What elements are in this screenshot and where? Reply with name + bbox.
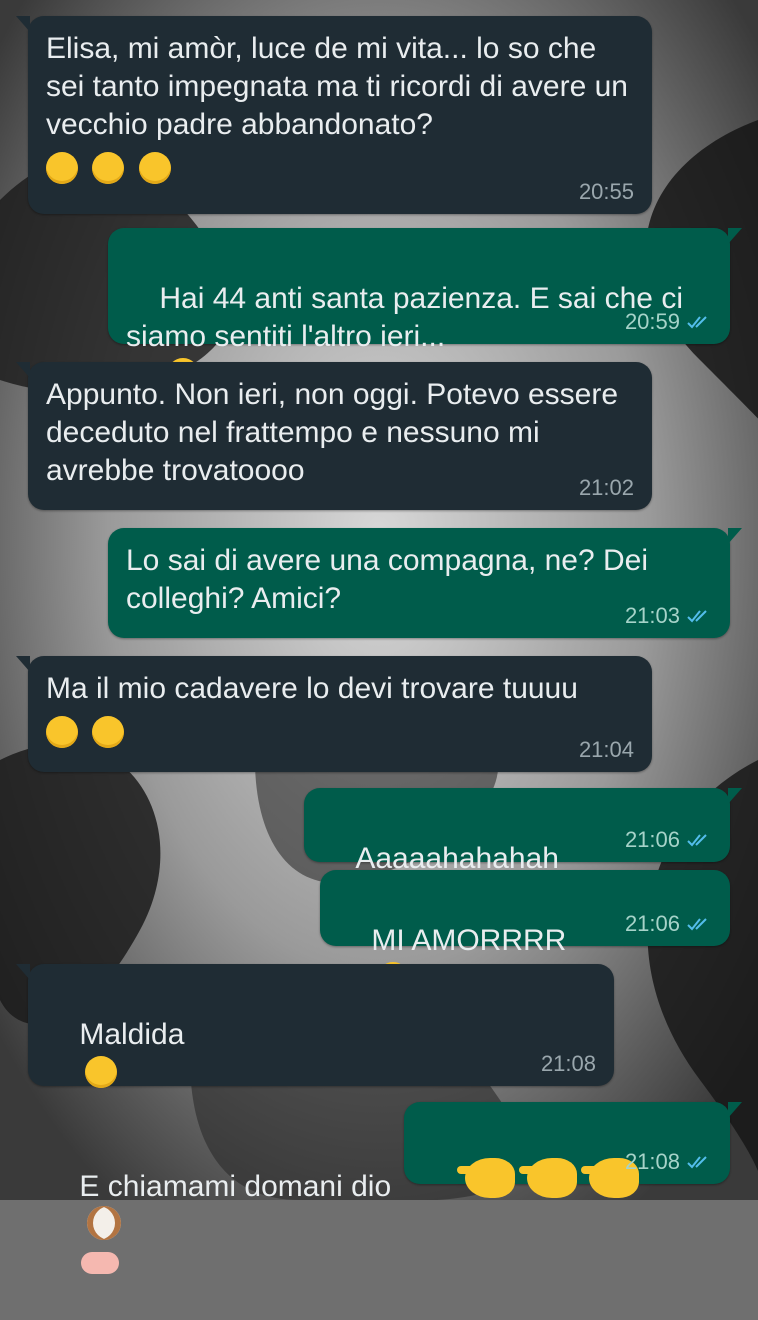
message-time: 21:03 (624, 603, 680, 628)
crying-face-icon (46, 152, 78, 184)
message-text: Appunto. Non ieri, non oggi. Potevo esse… (46, 378, 627, 487)
message-bubble-outgoing[interactable]: MI AMORRRR 21:06 (320, 870, 730, 994)
message-text: Elisa, mi amòr, luce de mi vita... lo so… (46, 32, 637, 141)
message-emojis (46, 714, 634, 752)
message-bubble-incoming[interactable]: Appunto. Non ieri, non oggi. Potevo esse… (16, 362, 652, 510)
message-emojis (422, 1116, 712, 1238)
message-time: 21:06 (624, 911, 680, 936)
read-ticks-icon (687, 834, 707, 847)
message-meta: 21:02 (579, 476, 634, 500)
message-meta: 21:04 (579, 738, 634, 762)
loudly-crying-face-icon (138, 152, 171, 184)
message-bubble-incoming[interactable]: Maldida E chiamami domani dio 21:08 (16, 964, 614, 1274)
message-bubble-outgoing[interactable]: Aaaaahahahah 21:06 (304, 788, 742, 912)
message-time: 21:08 (540, 1051, 596, 1076)
pig-icon (81, 1252, 120, 1274)
message-text: Ma il mio cadavere lo devi trovare tuuuu (46, 672, 578, 705)
pointing-left-face-icon (519, 1158, 578, 1198)
loudly-crying-face-icon (46, 716, 78, 748)
message-time: 21:06 (624, 827, 680, 852)
dog-face-icon (87, 1206, 122, 1240)
message-time: 20:55 (578, 179, 634, 204)
message-bubble-incoming[interactable]: Ma il mio cadavere lo devi trovare tuuuu… (16, 656, 652, 772)
read-ticks-icon (687, 316, 707, 329)
smiling-face-with-hearts-icon (85, 1056, 118, 1088)
read-ticks-icon (687, 610, 707, 623)
message-meta: 21:06 (625, 828, 712, 852)
frowning-face-icon (92, 152, 125, 184)
read-ticks-icon (687, 918, 707, 931)
message-meta: 20:59 (625, 310, 712, 334)
message-time: 21:08 (624, 1149, 680, 1174)
screaming-face-icon (92, 716, 125, 748)
read-ticks-icon (687, 1156, 707, 1169)
message-meta: 20:55 (579, 180, 634, 204)
message-time: 20:59 (624, 309, 680, 334)
message-meta: 21:06 (625, 912, 712, 936)
message-meta: 21:08 (541, 1052, 596, 1076)
message-bubble-outgoing[interactable]: Hai 44 anti santa pazienza. E sai che ci… (108, 228, 742, 390)
pointing-left-face-icon (457, 1158, 516, 1198)
message-meta: 21:03 (625, 604, 712, 628)
message-emojis (46, 150, 634, 188)
message-meta: 21:08 (625, 1150, 712, 1174)
message-bubble-outgoing[interactable]: 21:08 (404, 1102, 742, 1198)
message-bubble-incoming[interactable]: Elisa, mi amòr, luce de mi vita... lo so… (16, 16, 652, 214)
message-bubble-outgoing[interactable]: Lo sai di avere una compagna, ne? Dei co… (108, 528, 742, 638)
message-time: 21:02 (578, 475, 634, 500)
message-time: 21:04 (578, 737, 634, 762)
